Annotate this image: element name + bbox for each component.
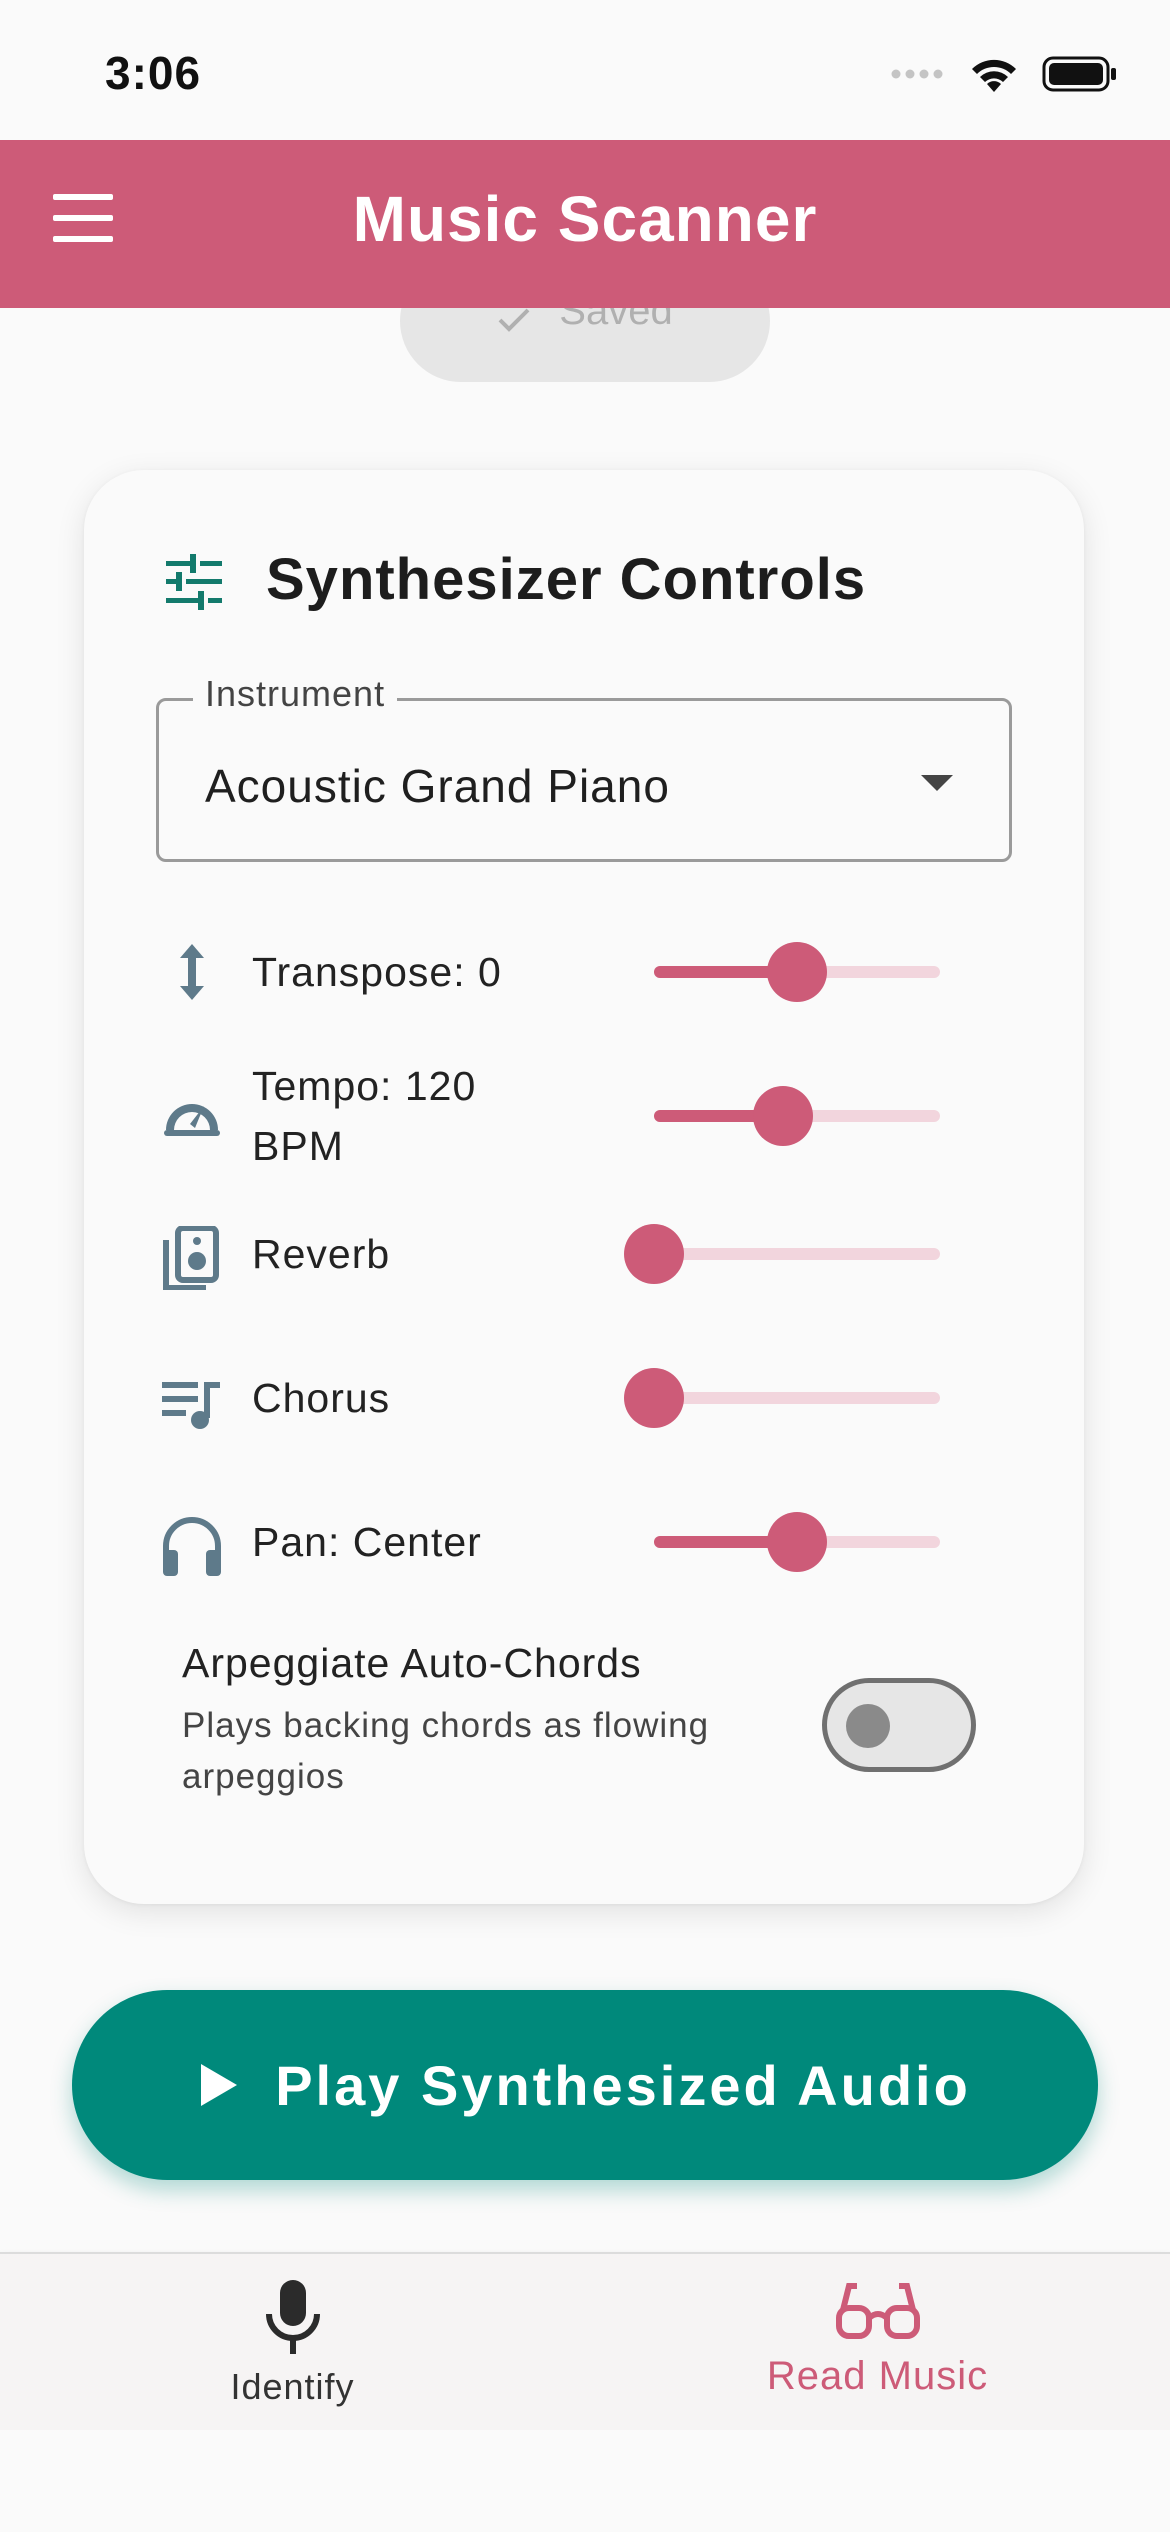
home-indicator-area	[0, 2430, 1170, 2532]
play-icon	[201, 2064, 238, 2106]
status-time: 3:06	[105, 47, 202, 99]
slider-thumb[interactable]	[767, 942, 827, 1002]
check-icon	[498, 308, 530, 332]
instrument-label: Instrument	[193, 673, 398, 715]
pan-slider[interactable]	[654, 1512, 940, 1572]
signal-icon	[891, 69, 943, 79]
play-synthesized-audio-button[interactable]: Play Synthesized Audio	[72, 1990, 1098, 2180]
tune-icon	[166, 554, 222, 610]
nav-label-read-music: Read Music	[766, 2354, 989, 2398]
card-title: Synthesizer Controls	[266, 547, 867, 612]
instrument-value: Acoustic Grand Piano	[205, 760, 670, 812]
chorus-label: Chorus	[252, 1375, 391, 1421]
slider-thumb[interactable]	[767, 1512, 827, 1572]
tempo-slider[interactable]	[654, 1086, 940, 1146]
tempo-label-line1: Tempo: 120	[252, 1063, 477, 1109]
dropdown-arrow-icon	[921, 775, 953, 791]
microphone-icon	[265, 2280, 320, 2354]
speedometer-icon	[164, 1104, 220, 1136]
status-bar: 3:06	[0, 0, 1170, 140]
nav-item-identify[interactable]: Identify	[0, 2254, 585, 2430]
headphones-icon	[163, 1517, 221, 1576]
app-title: Music Scanner	[352, 183, 818, 255]
wifi-icon	[972, 59, 1016, 92]
nav-item-read-music[interactable]: Read Music	[585, 2254, 1170, 2430]
slider-thumb[interactable]	[752, 1086, 813, 1146]
speaker-icon	[163, 1226, 219, 1290]
arpeggiate-toggle[interactable]	[822, 1678, 976, 1772]
transpose-slider[interactable]	[654, 942, 940, 1002]
app-bar: Music Scanner	[0, 140, 1170, 308]
chorus-slider[interactable]	[624, 1368, 940, 1428]
nav-label-identify: Identify	[230, 2366, 355, 2407]
reverb-slider[interactable]	[624, 1224, 940, 1284]
tempo-label-line2: BPM	[252, 1123, 344, 1169]
bottom-navigation: Identify Read Music	[0, 2252, 1170, 2430]
arpeggiate-title: Arpeggiate Auto-Chords	[182, 1640, 642, 1686]
synth-controls-card: Synthesizer Controls Instrument Acoustic…	[84, 470, 1084, 1904]
instrument-dropdown[interactable]: Instrument Acoustic Grand Piano	[156, 673, 1012, 862]
battery-icon	[1042, 56, 1116, 92]
transpose-label: Transpose: 0	[252, 949, 502, 995]
tempo-label: Tempo: 120 BPM	[252, 1056, 476, 1176]
toggle-knob	[846, 1704, 890, 1748]
queue-music-icon	[162, 1382, 220, 1429]
reading-glasses-icon	[835, 2283, 920, 2339]
arpeggiate-subtitle: Plays backing chords as flowing arpeggio…	[182, 1706, 710, 1796]
status-icons	[890, 52, 1118, 96]
play-button-label: Play Synthesized Audio	[275, 2053, 971, 2117]
swap-vertical-icon	[180, 944, 204, 1000]
pan-label: Pan: Center	[252, 1519, 482, 1565]
slider-thumb[interactable]	[624, 1224, 684, 1284]
slider-thumb[interactable]	[624, 1368, 684, 1428]
reverb-label: Reverb	[252, 1231, 391, 1277]
